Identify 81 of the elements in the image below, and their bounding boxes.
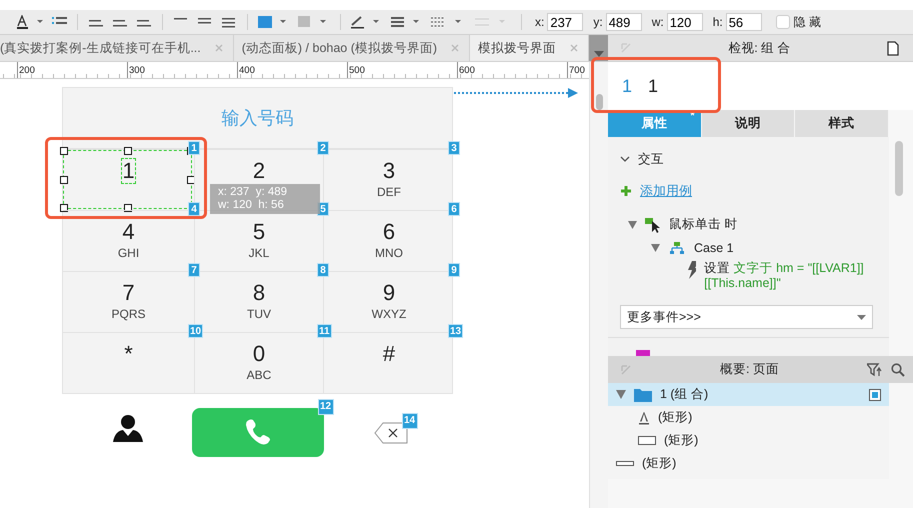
number-badge: 2 [317, 141, 329, 155]
align-icon[interactable] [87, 17, 105, 27]
number-badge: 11 [317, 324, 332, 338]
outline-label: 1 (组 合) [660, 386, 708, 403]
outline-item[interactable]: (矩形) [608, 406, 889, 429]
widget-name[interactable]: 1 [648, 76, 658, 96]
person-icon[interactable] [112, 414, 142, 442]
widget-index: 1 [622, 76, 632, 96]
folder-icon [634, 388, 652, 402]
more-events-dropdown[interactable]: 更多事件>>> [620, 305, 873, 329]
field-label: w: [652, 15, 664, 29]
line-widget-icon [616, 461, 634, 466]
font-color-icon[interactable] [16, 15, 46, 29]
ruler-label: 500 [348, 66, 365, 76]
search-icon[interactable] [891, 362, 905, 376]
number-badge: 9 [448, 263, 460, 277]
cursor-icon [645, 216, 661, 232]
tab-menu-button[interactable] [589, 35, 608, 61]
position-field[interactable]: 489 [606, 13, 642, 31]
ruler-label: 200 [18, 66, 35, 76]
hide-label: 隐 藏 [794, 14, 822, 30]
field-label: y: [593, 15, 603, 29]
section-title: 交互 [638, 151, 664, 168]
number-badge: 6 [448, 202, 460, 216]
case-label: Case 1 [694, 241, 734, 255]
backspace-icon [374, 422, 408, 444]
rectangle-icon [638, 436, 656, 445]
panel-title: 概要: 页面 [719, 361, 780, 378]
outline-label: (矩形) [664, 432, 698, 449]
ruler-label: 400 [238, 66, 255, 76]
number-badge: 14 [402, 412, 418, 428]
outline-item[interactable]: 1 (组 合) [608, 383, 889, 406]
tooltip-line: x: 237 y: 489 [218, 186, 288, 199]
outline-label: (矩形) [658, 409, 692, 426]
inspector-tab[interactable]: 样式 [795, 110, 890, 137]
number-badge: 10 [188, 324, 204, 338]
lines-icon[interactable] [220, 16, 238, 28]
number-badge: 13 [448, 324, 464, 338]
align-icon[interactable] [135, 17, 153, 27]
outline-item[interactable]: (矩形) [608, 429, 889, 452]
scrollbar[interactable] [589, 62, 608, 508]
plus-icon[interactable] [620, 185, 632, 197]
filter-icon[interactable] [867, 362, 883, 376]
caret-icon [857, 314, 866, 320]
position-field[interactable]: 120 [666, 13, 703, 31]
expand-triangle-icon[interactable] [628, 220, 637, 228]
number-badge: 3 [448, 141, 460, 155]
caret-icon [594, 51, 604, 57]
outline-item[interactable]: (矩形) [608, 452, 889, 475]
hide-checkbox[interactable] [776, 15, 790, 29]
delete-button[interactable] [374, 422, 408, 446]
number-badge: 8 [317, 263, 329, 277]
position-field[interactable]: 237 [547, 13, 584, 31]
chevron-icon[interactable] [620, 156, 630, 164]
expand-triangle-icon[interactable] [616, 390, 626, 399]
lightning-icon [686, 261, 696, 279]
ruler-label: 700 [568, 66, 585, 76]
field-label: x: [535, 15, 544, 29]
widget-name-field[interactable]: 1 1 [608, 62, 913, 110]
inspector-tab[interactable]: 说明 [702, 110, 796, 137]
action-text: 设置 文字于 hm = "[[LVAR1]][[This.name]]" [704, 261, 865, 291]
selected-marker-icon [869, 388, 881, 400]
document-tab[interactable]: 模拟拨号界面 [470, 35, 590, 61]
tooltip-line: w: 120 h: 56 [218, 199, 285, 212]
number-badge: 12 [318, 398, 334, 414]
ruler-label: 300 [128, 66, 145, 76]
branch-icon [670, 242, 684, 254]
outline-label: (矩形) [642, 455, 676, 472]
number-badge: 7 [188, 263, 200, 277]
panel-title: 检视: 组 合 [727, 40, 792, 56]
position-field[interactable]: 56 [726, 13, 762, 31]
align-icon[interactable] [111, 17, 129, 27]
ruler-label: 600 [458, 66, 475, 76]
number-badge: 1 [188, 141, 200, 155]
number-badge: 4 [188, 202, 200, 216]
field-label: h: [712, 15, 723, 29]
expand-triangle-icon[interactable] [651, 244, 660, 252]
event-label: 鼠标单击 时 [669, 216, 738, 233]
group-icon [636, 350, 650, 356]
page-icon[interactable] [887, 40, 899, 56]
document-tab[interactable]: (真实拨打案例-生成链接可在手机... [0, 35, 234, 61]
